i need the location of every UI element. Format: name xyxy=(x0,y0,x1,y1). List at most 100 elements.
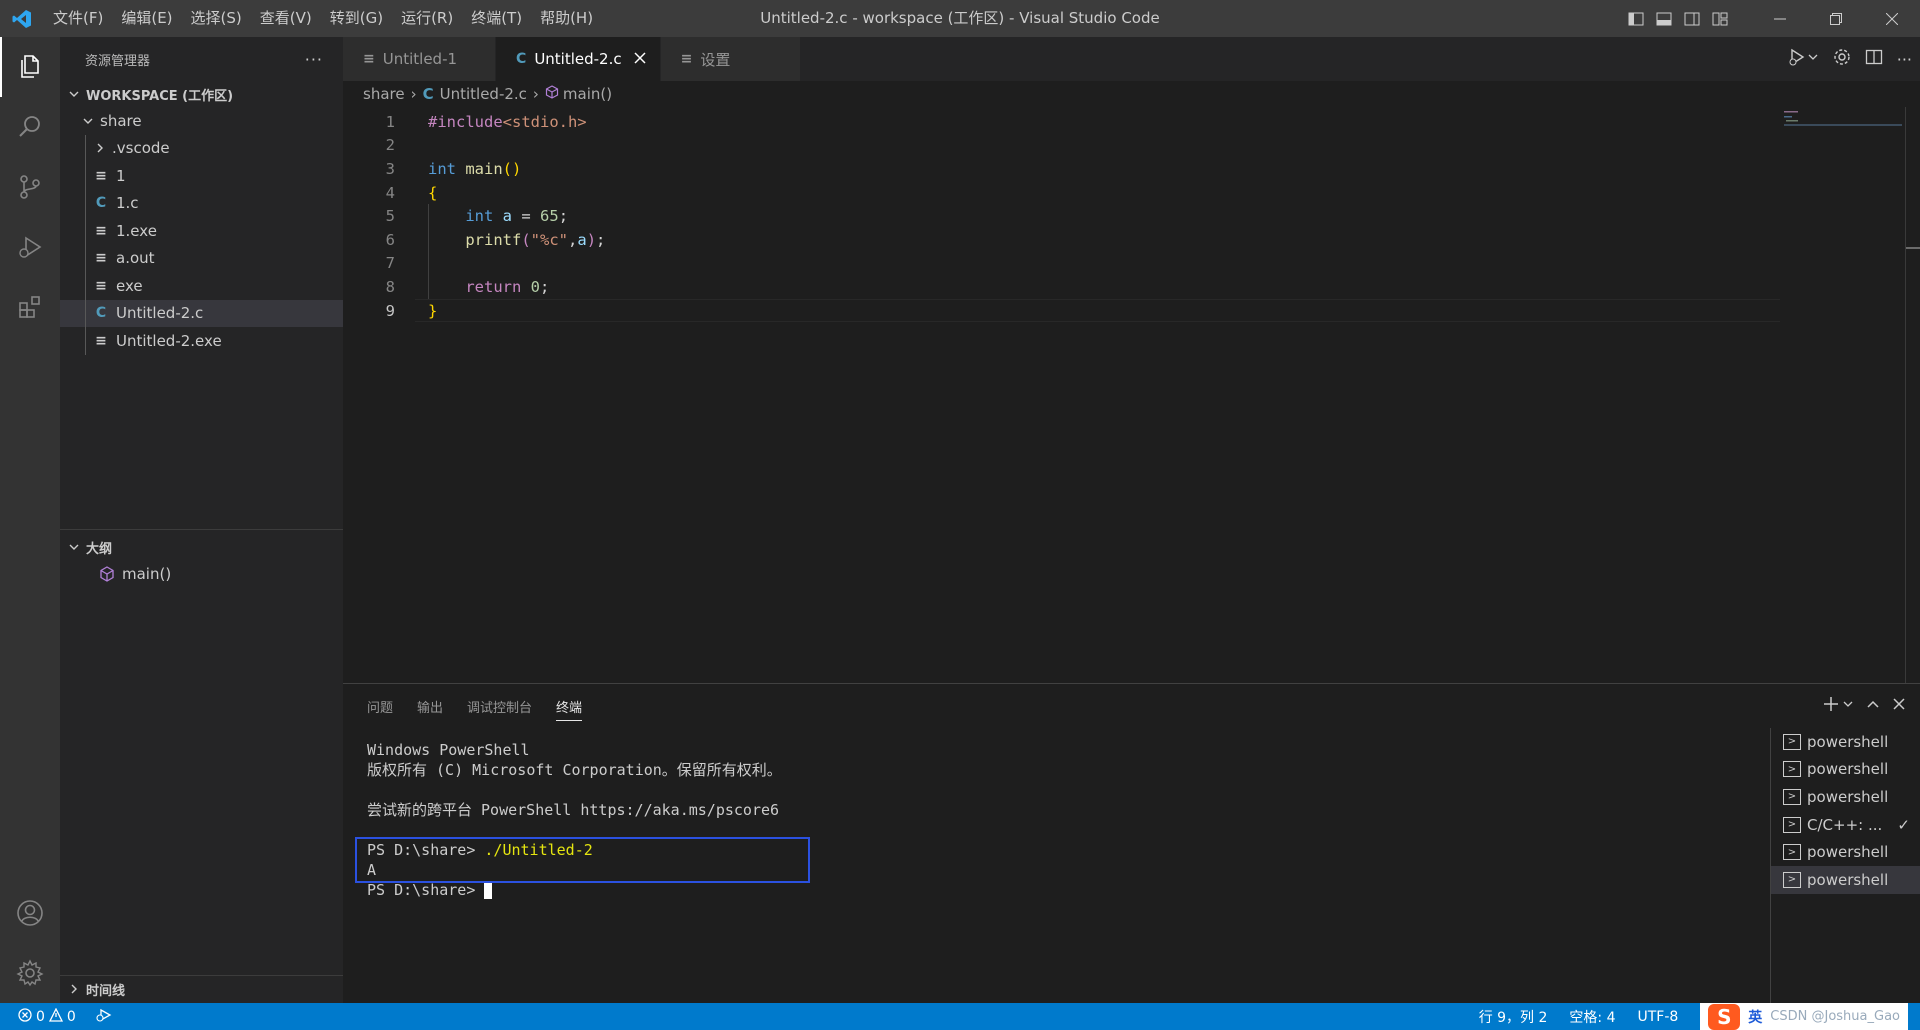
tab-untitled-1[interactable]: ≡ Untitled-1 xyxy=(343,37,497,81)
menu-file[interactable]: 文件(F) xyxy=(44,0,112,37)
ime-language[interactable]: 英 xyxy=(1748,1007,1762,1027)
source-control-icon[interactable] xyxy=(0,157,60,217)
run-debug-icon[interactable] xyxy=(0,217,60,277)
tab-untitled-2c[interactable]: C Untitled-2.c xyxy=(496,37,661,81)
menu-run[interactable]: 运行(R) xyxy=(392,0,462,37)
menu-selection[interactable]: 选择(S) xyxy=(182,0,251,37)
toggle-secondary-sidebar-icon[interactable] xyxy=(1678,0,1706,37)
menu-help[interactable]: 帮助(H) xyxy=(531,0,602,37)
line-number: 2 xyxy=(385,136,395,155)
scrollbar[interactable] xyxy=(1906,247,1920,249)
folder-share[interactable]: share xyxy=(60,107,343,135)
tab-label: Untitled-1 xyxy=(382,50,458,68)
toggle-panel-icon[interactable] xyxy=(1650,0,1678,37)
search-icon[interactable] xyxy=(0,97,60,157)
terminal-tab[interactable]: > powershell xyxy=(1771,783,1920,811)
tab-terminal[interactable]: 终端 xyxy=(556,697,583,721)
terminal-tab[interactable]: > powershell xyxy=(1771,865,1920,894)
tree-item-1[interactable]: ≡ 1 xyxy=(60,162,343,190)
minimap[interactable] xyxy=(1782,107,1902,167)
terminal-tab-label: powershell xyxy=(1807,732,1889,751)
chevron-right-icon xyxy=(92,140,108,156)
file-lines-icon: ≡ xyxy=(95,332,107,349)
activity-bar xyxy=(0,37,60,1003)
menu-edit[interactable]: 编辑(E) xyxy=(112,0,181,37)
encoding[interactable]: UTF-8 xyxy=(1637,1009,1678,1025)
c-file-icon: C xyxy=(516,51,527,67)
terminal-icon: > xyxy=(1783,871,1801,888)
restore-icon[interactable] xyxy=(1808,0,1864,37)
line-number: 8 xyxy=(385,277,395,296)
terminal-tab[interactable]: > C/C++: ... ✓ xyxy=(1771,811,1920,839)
tree-item-1c[interactable]: C 1.c xyxy=(60,189,343,217)
terminal-icon: > xyxy=(1783,733,1801,750)
line-number: 3 xyxy=(385,159,395,178)
terminal-tab[interactable]: > powershell xyxy=(1771,756,1920,784)
tab-debug-console[interactable]: 调试控制台 xyxy=(467,697,532,716)
outline-section-header[interactable]: 大纲 xyxy=(60,534,343,560)
run-code-icon[interactable] xyxy=(1789,48,1819,70)
chevron-down-icon xyxy=(66,86,82,102)
workspace-section-header[interactable]: WORKSPACE (工作区) xyxy=(60,81,343,107)
breadcrumb: share › C Untitled-2.c › main() xyxy=(343,81,1920,107)
customize-layout-icon[interactable] xyxy=(1706,0,1734,37)
terminal-tab[interactable]: > powershell xyxy=(1771,728,1920,756)
tree-item-1exe[interactable]: ≡ 1.exe xyxy=(60,217,343,245)
tab-label: 设置 xyxy=(700,50,731,69)
more-actions-icon[interactable]: ··· xyxy=(1897,50,1912,69)
tab-output[interactable]: 输出 xyxy=(417,697,443,716)
close-panel-icon[interactable] xyxy=(1892,697,1906,715)
window-title: Untitled-2.c - workspace (工作区) - Visual … xyxy=(760,9,1160,27)
input-method-toolbar[interactable]: S 英 CSDN @Joshua_Gao xyxy=(1700,1003,1908,1030)
tree-item-aout[interactable]: ≡ a.out xyxy=(60,244,343,272)
tree-item-untitled-2c[interactable]: C Untitled-2.c xyxy=(60,299,343,327)
timeline-section: 时间线 xyxy=(60,975,343,1003)
cursor-position[interactable]: 行 9，列 2 xyxy=(1479,1007,1548,1027)
indentation[interactable]: 空格: 4 xyxy=(1569,1007,1615,1027)
minimize-icon[interactable] xyxy=(1752,0,1808,37)
terminal-line: Windows PowerShell xyxy=(367,741,530,759)
breadcrumb-symbol[interactable]: main() xyxy=(563,85,612,103)
debug-status-icon[interactable] xyxy=(96,1008,112,1026)
close-window-icon[interactable] xyxy=(1864,0,1920,37)
problems-status[interactable]: 0 0 xyxy=(18,1007,76,1026)
folder-label: share xyxy=(100,111,142,130)
terminal-icon: > xyxy=(1783,844,1801,861)
new-terminal-icon[interactable] xyxy=(1824,696,1854,716)
terminal-icon: > xyxy=(1783,788,1801,805)
breadcrumb-file[interactable]: Untitled-2.c xyxy=(440,85,527,103)
split-editor-icon[interactable] xyxy=(1865,48,1883,70)
code-editor[interactable]: 1 #include<stdio.h> 2 3 int main() 4{ 5 in… xyxy=(343,110,1920,323)
manage-gear-icon[interactable] xyxy=(0,943,60,1003)
settings-gear-icon[interactable] xyxy=(1833,48,1851,70)
menu-go[interactable]: 转到(G) xyxy=(321,0,392,37)
tree-item-vscode[interactable]: .vscode xyxy=(60,134,343,162)
breadcrumb-folder[interactable]: share xyxy=(363,85,405,103)
accounts-icon[interactable] xyxy=(0,883,60,943)
tab-problems[interactable]: 问题 xyxy=(367,697,393,716)
code-line: 3 int main() xyxy=(343,157,1920,181)
more-actions-icon[interactable]: ··· xyxy=(305,50,323,69)
tab-settings[interactable]: ≡ 设置 xyxy=(660,37,802,81)
tree-item-untitled-2exe[interactable]: ≡ Untitled-2.exe xyxy=(60,327,343,355)
extensions-icon[interactable] xyxy=(0,277,60,337)
terminal-input-line[interactable]: PS D:\share> xyxy=(367,880,782,900)
close-tab-icon[interactable] xyxy=(632,50,648,68)
editor-tabs: ≡ Untitled-1 C Untitled-2.c ≡ 设置 ··· xyxy=(343,37,1920,81)
terminal-line: 尝试新的跨平台 PowerShell https://aka.ms/pscore… xyxy=(367,801,780,819)
terminal-tab[interactable]: > powershell xyxy=(1771,838,1920,866)
maximize-panel-icon[interactable] xyxy=(1866,697,1880,715)
terminal-tab-label: powershell xyxy=(1807,870,1889,889)
explorer-icon[interactable] xyxy=(0,37,60,97)
warning-count: 0 xyxy=(66,1008,76,1025)
timeline-section-header[interactable]: 时间线 xyxy=(60,976,343,1002)
explorer-sidebar: 资源管理器 ··· WORKSPACE (工作区) share .vscode … xyxy=(60,37,343,1003)
toggle-primary-sidebar-icon[interactable] xyxy=(1622,0,1650,37)
tree-item-exe[interactable]: ≡ exe xyxy=(60,272,343,300)
outline-item-main[interactable]: main() xyxy=(60,560,343,588)
terminal-icon: > xyxy=(1783,761,1801,778)
outline-title: 大纲 xyxy=(86,541,113,557)
code-line: 2 xyxy=(343,134,1920,158)
menu-view[interactable]: 查看(V) xyxy=(251,0,321,37)
menu-terminal[interactable]: 终端(T) xyxy=(462,0,531,37)
